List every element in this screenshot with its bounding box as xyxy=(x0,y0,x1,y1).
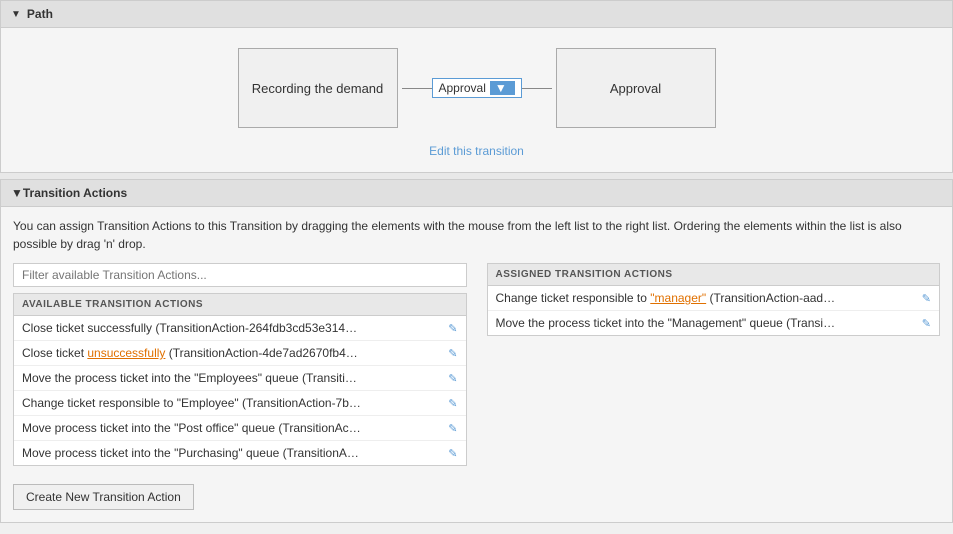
edit-transition-link[interactable]: Edit this transition xyxy=(1,138,952,172)
list-item-text: Move process ticket into the "Purchasing… xyxy=(22,446,362,460)
path-section-header[interactable]: ▼ Path xyxy=(1,1,952,28)
create-transition-action-button[interactable]: Create New Transition Action xyxy=(13,484,194,510)
list-item-text: Change ticket responsible to "manager" (… xyxy=(496,291,836,305)
edit-icon[interactable]: ✎ xyxy=(922,317,931,330)
edit-icon[interactable]: ✎ xyxy=(448,422,457,435)
list-item[interactable]: Change ticket responsible to "Employee" … xyxy=(14,391,466,416)
path-connector: Approval ▼ xyxy=(402,78,552,98)
list-item-text: Close ticket successfully (TransitionAct… xyxy=(22,321,362,335)
description-text: You can assign Transition Actions to thi… xyxy=(1,207,952,263)
available-list-container: AVAILABLE TRANSITION ACTIONS Close ticke… xyxy=(13,293,467,466)
page-wrapper: ▼ Path Recording the demand Approval ▼ A… xyxy=(0,0,953,523)
list-item[interactable]: Close ticket unsuccessfully (TransitionA… xyxy=(14,341,466,366)
edit-icon[interactable]: ✎ xyxy=(448,372,457,385)
left-panel: AVAILABLE TRANSITION ACTIONS Close ticke… xyxy=(13,263,467,466)
actions-arrow-icon: ▼ xyxy=(11,186,23,200)
path-section-title: Path xyxy=(27,7,53,21)
assigned-list-header: ASSIGNED TRANSITION ACTIONS xyxy=(488,264,940,286)
path-diagram: Recording the demand Approval ▼ Approval xyxy=(1,28,952,138)
path-arrow-icon: ▼ xyxy=(11,9,21,20)
connector-line-row: Approval ▼ xyxy=(402,78,552,98)
edit-icon[interactable]: ✎ xyxy=(448,347,457,360)
right-panel: ASSIGNED TRANSITION ACTIONS Change ticke… xyxy=(487,263,941,466)
edit-icon[interactable]: ✎ xyxy=(448,397,457,410)
edit-icon[interactable]: ✎ xyxy=(448,447,457,460)
node-recording: Recording the demand xyxy=(238,48,398,128)
actions-section-header[interactable]: ▼ Transition Actions xyxy=(1,180,952,207)
available-list-header: AVAILABLE TRANSITION ACTIONS xyxy=(14,294,466,316)
drag-lists: AVAILABLE TRANSITION ACTIONS Close ticke… xyxy=(1,263,952,478)
list-item-text: Move the process ticket into the "Employ… xyxy=(22,371,362,385)
assigned-list-container: ASSIGNED TRANSITION ACTIONS Change ticke… xyxy=(487,263,941,336)
assigned-items: Change ticket responsible to "manager" (… xyxy=(488,286,940,335)
dropdown-arrow-icon: ▼ xyxy=(490,81,515,95)
list-item[interactable]: Move the process ticket into the "Employ… xyxy=(14,366,466,391)
transition-label: Approval xyxy=(439,81,486,95)
line-left xyxy=(402,88,432,89)
edit-icon[interactable]: ✎ xyxy=(448,322,457,335)
edit-icon[interactable]: ✎ xyxy=(922,292,931,305)
list-item[interactable]: Move process ticket into the "Post offic… xyxy=(14,416,466,441)
list-item-text: Move process ticket into the "Post offic… xyxy=(22,421,362,435)
list-item-text: Close ticket unsuccessfully (TransitionA… xyxy=(22,346,362,360)
list-item-text: Move the process ticket into the "Manage… xyxy=(496,316,836,330)
filter-input[interactable] xyxy=(13,263,467,287)
node-approval: Approval xyxy=(556,48,716,128)
list-item[interactable]: Move process ticket into the "Purchasing… xyxy=(14,441,466,465)
line-right xyxy=(522,88,552,89)
list-item[interactable]: Move the process ticket into the "Manage… xyxy=(488,311,940,335)
transition-dropdown[interactable]: Approval ▼ xyxy=(432,78,522,98)
section-actions: ▼ Transition Actions You can assign Tran… xyxy=(0,179,953,523)
actions-section-title: Transition Actions xyxy=(23,186,127,200)
list-item[interactable]: Close ticket successfully (TransitionAct… xyxy=(14,316,466,341)
section-path: ▼ Path Recording the demand Approval ▼ A… xyxy=(0,0,953,173)
available-items: Close ticket successfully (TransitionAct… xyxy=(14,316,466,465)
list-item[interactable]: Change ticket responsible to "manager" (… xyxy=(488,286,940,311)
list-item-text: Change ticket responsible to "Employee" … xyxy=(22,396,362,410)
